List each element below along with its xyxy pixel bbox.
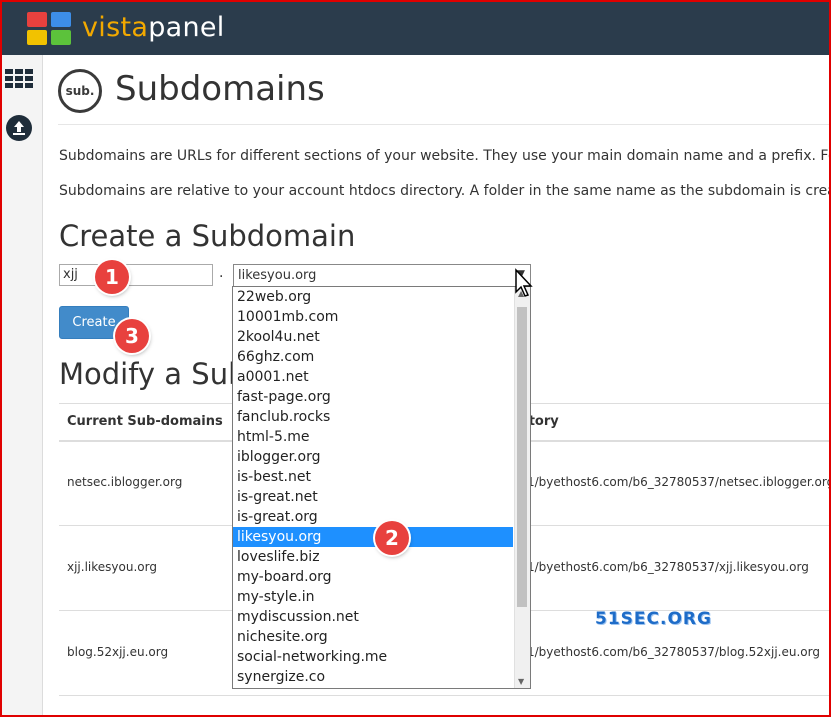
left-sidebar	[2, 55, 43, 715]
dropdown-option[interactable]: synergize.co	[233, 667, 513, 687]
intro-paragraph-2: Subdomains are relative to your account …	[59, 183, 831, 199]
grid-icon[interactable]	[5, 69, 33, 89]
dropdown-option[interactable]: iblogger.org	[233, 447, 513, 467]
vistapanel-logo-icon	[27, 12, 73, 46]
brand-logo[interactable]: vistapanel	[82, 12, 225, 43]
column-header-subdomains: Current Sub-domains	[67, 414, 223, 429]
step-badge-3: 3	[115, 319, 149, 353]
scroll-thumb[interactable]	[517, 307, 527, 607]
dropdown-option[interactable]: is-great.org	[233, 507, 513, 527]
dropdown-option[interactable]: loveslife.biz	[233, 547, 513, 567]
page-title: Subdomains	[115, 69, 325, 109]
screenshot-frame: vistapanel sub. Subdomains Subdomains ar…	[0, 0, 831, 717]
subdomain-name: blog.52xjj.eu.org	[67, 645, 169, 659]
top-bar: vistapanel	[2, 2, 829, 55]
step-badge-1: 1	[95, 260, 129, 294]
dropdown-options: 22web.org 10001mb.com 2kool4u.net 66ghz.com…	[233, 287, 530, 687]
dropdown-option[interactable]: mydiscussion.net	[233, 607, 513, 627]
dropdown-option[interactable]: 10001mb.com	[233, 307, 513, 327]
watermark: 51SEC.ORG	[595, 609, 712, 629]
title-divider	[58, 124, 829, 125]
dropdown-option[interactable]: 2kool4u.net	[233, 327, 513, 347]
subdomain-path: _1/byethost6.com/b6_32780537/blog.52xjj.…	[521, 645, 820, 659]
subdomain-name: netsec.iblogger.org	[67, 475, 183, 489]
domain-select-value: likesyou.org	[238, 268, 317, 283]
dropdown-option[interactable]: social-networking.me	[233, 647, 513, 667]
subdomain-path: _1/byethost6.com/b6_32780537/xjj.likesyo…	[521, 560, 809, 574]
subdomain-name: xjj.likesyou.org	[67, 560, 157, 574]
domain-select[interactable]: likesyou.org ▼	[233, 264, 531, 287]
dropdown-scrollbar[interactable]: ▲ ▼	[514, 287, 530, 688]
intro-paragraph-1: Subdomains are URLs for different sectio…	[59, 148, 831, 164]
scroll-down-icon[interactable]: ▼	[518, 677, 524, 686]
dropdown-option[interactable]: fast-page.org	[233, 387, 513, 407]
dropdown-option[interactable]: nichesite.org	[233, 627, 513, 647]
domain-separator: .	[219, 265, 224, 281]
dropdown-option[interactable]: 66ghz.com	[233, 347, 513, 367]
dropdown-option[interactable]: a0001.net	[233, 367, 513, 387]
upload-icon[interactable]	[6, 115, 32, 141]
step-badge-2: 2	[375, 521, 409, 555]
create-heading: Create a Subdomain	[59, 219, 356, 253]
brand-part-1: vista	[82, 12, 149, 43]
subdomain-path: _1/byethost6.com/b6_32780537/netsec.iblo…	[521, 475, 831, 489]
dropdown-option[interactable]: is-best.net	[233, 467, 513, 487]
sub-logo-icon: sub.	[58, 69, 102, 113]
dropdown-option[interactable]: likesyou.org	[233, 527, 513, 547]
dropdown-option[interactable]: fanclub.rocks	[233, 407, 513, 427]
modify-heading: Modify a Sub	[59, 357, 247, 391]
dropdown-option[interactable]: html-5.me	[233, 427, 513, 447]
subdomain-input[interactable]: xjj	[59, 264, 213, 286]
dropdown-option[interactable]: 22web.org	[233, 287, 513, 307]
domain-dropdown-list[interactable]: 22web.org 10001mb.com 2kool4u.net 66ghz.com…	[232, 286, 531, 689]
dropdown-option[interactable]: is-great.net	[233, 487, 513, 507]
dropdown-option[interactable]: my-board.org	[233, 567, 513, 587]
dropdown-option[interactable]: my-style.in	[233, 587, 513, 607]
brand-part-2: panel	[148, 12, 225, 43]
mouse-cursor-icon	[515, 268, 533, 297]
